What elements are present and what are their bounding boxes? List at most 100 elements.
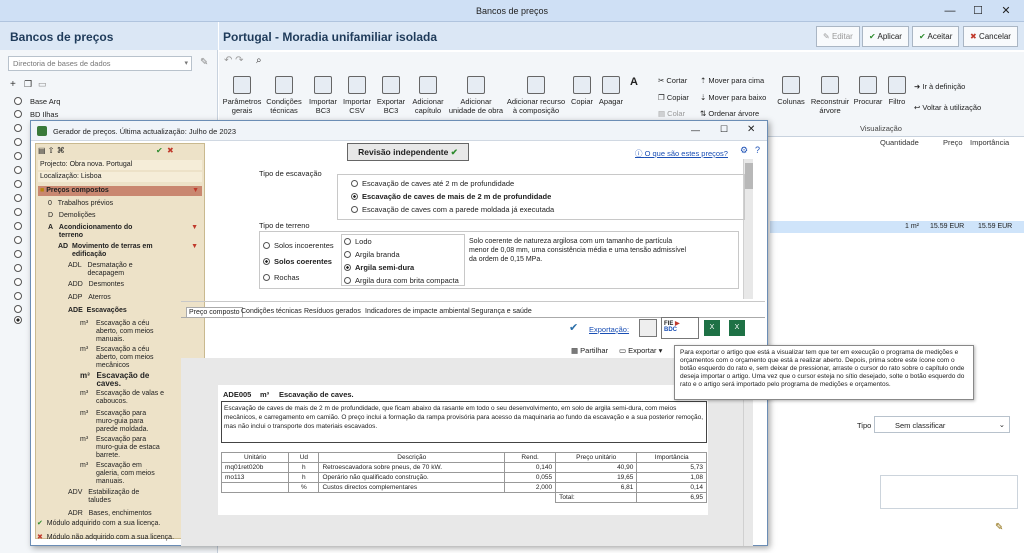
search-small-icon[interactable]: ⌕: [256, 55, 262, 66]
copy-button[interactable]: ❐ Copiar: [658, 93, 689, 102]
notes-area[interactable]: [880, 475, 1018, 509]
tree-card-icon[interactable]: ▤: [38, 146, 46, 155]
cross-icon[interactable]: ✖: [167, 147, 174, 155]
radio-sub-4[interactable]: Argila dura com brita compacta: [344, 276, 459, 285]
accept-button[interactable]: ✔ Aceitar: [912, 26, 960, 47]
col-header: Ud: [288, 452, 320, 463]
radio-sub-3[interactable]: Argila semi-dura: [344, 263, 414, 272]
maximize-icon[interactable]: ☐: [720, 124, 728, 135]
apply-button[interactable]: ✔ Aplicar: [862, 26, 909, 47]
goto-definition-button[interactable]: ➜ Ir à definição: [914, 82, 965, 91]
move-down-button[interactable]: ⇣ Mover para baixo: [700, 93, 766, 102]
radio-sub-1[interactable]: Lodo: [344, 237, 372, 246]
add-chapter-button[interactable]: Adicionar capítulo: [408, 76, 448, 115]
help-icon: ⓘ: [635, 149, 645, 158]
col-header: Importância: [636, 452, 707, 463]
tab-impacte-ambiental[interactable]: Indicadores de impacte ambiental: [365, 308, 470, 315]
edit-button[interactable]: ✎ Editar: [816, 26, 860, 47]
copy-db-icon[interactable]: ❐: [24, 79, 32, 90]
scrollbar-thumb[interactable]: [745, 163, 753, 189]
cancel-button[interactable]: ✖ Cancelar: [963, 26, 1018, 47]
paste-button[interactable]: ▤ Colar: [658, 109, 685, 118]
tree-item[interactable]: AD Movimento de terras em edificação ▼: [58, 243, 198, 259]
what-are-prices-link[interactable]: ⓘ O que são estes preços?: [635, 148, 728, 159]
radio-escavacao-1[interactable]: Escavação de caves até 2 m de profundida…: [351, 179, 514, 188]
general-parameters-button[interactable]: Parâmetros gerais: [220, 76, 264, 115]
tree-item[interactable]: ADR Bases, enchimentos: [68, 510, 198, 518]
minimize-icon[interactable]: —: [691, 125, 700, 135]
tab-residuos[interactable]: Resíduos gerados: [304, 308, 361, 315]
radio-terreno-3[interactable]: Rochas: [263, 273, 299, 282]
tree-item-compostos[interactable]: ■ Preços compostos ▼: [38, 186, 202, 196]
close-icon[interactable]: ✕: [996, 3, 1016, 19]
font-icon[interactable]: A: [630, 76, 638, 88]
tree-item[interactable]: ADV Estabilização de taludes: [68, 489, 198, 505]
export-fiebdc-icon[interactable]: FIE ▶ BDC: [661, 317, 699, 339]
radio-escavacao-2[interactable]: Escavação de caves de mais de 2 m de pro…: [351, 192, 551, 201]
tab-seguranca[interactable]: Segurança e saúde: [471, 308, 532, 315]
tab-condicoes-tecnicas[interactable]: Condições técnicas: [241, 308, 302, 315]
edit-button-label: Editar: [831, 32, 853, 41]
col-importance[interactable]: Importância: [970, 138, 1009, 147]
add-resource-button[interactable]: Adicionar recurso à composição: [504, 76, 568, 115]
copy-large-button[interactable]: Copiar: [568, 76, 596, 106]
edit-pencil-icon[interactable]: ✎: [995, 522, 1003, 533]
tree-item[interactable]: ADD Desmontes: [68, 281, 124, 289]
radio-terreno-2[interactable]: Solos coerentes: [263, 257, 332, 266]
radio-label: Escavação de caves até 2 m de profundida…: [362, 179, 515, 188]
filter-button[interactable]: Filtro: [884, 76, 910, 106]
export-menu-button[interactable]: ▭ Exportar ▾: [619, 346, 662, 355]
radio-escavacao-3[interactable]: Escavação de caves com a parede moldada …: [351, 205, 554, 214]
tree-item[interactable]: m³ Escavação a céu aberto, com meios man…: [80, 320, 198, 344]
dialog-title: Gerador de preços. Última actualização: …: [53, 127, 237, 136]
maximize-icon[interactable]: ☐: [968, 3, 988, 19]
settings-icon[interactable]: ⚙: [740, 145, 748, 156]
tipo-select[interactable]: Sem classificar ⌄: [874, 416, 1010, 433]
group-visualizacao-label: Visualização: [860, 124, 902, 133]
tree-item[interactable]: ADP Aterros: [68, 294, 111, 302]
col-quantity[interactable]: Quantidade: [880, 138, 919, 147]
delete-button[interactable]: Apagar: [596, 76, 626, 106]
export-excel-2-icon[interactable]: X: [729, 320, 745, 336]
technical-conditions-button[interactable]: Condições técnicas: [262, 76, 306, 115]
back-to-use-button[interactable]: ↩ Voltar à utilização: [914, 103, 981, 112]
tree-item[interactable]: ADE Escavações▼: [68, 307, 198, 315]
independent-review-button[interactable]: Revisão independente ✔: [347, 143, 469, 161]
minimize-icon[interactable]: —: [940, 3, 960, 19]
database-directory-select[interactable]: Directoria de bases de dados ▾: [8, 56, 192, 71]
search-button[interactable]: Procurar: [852, 76, 884, 106]
db-row-base-arq[interactable]: Base Arq: [14, 97, 214, 109]
binoculars-icon[interactable]: ⌘: [57, 146, 65, 155]
tree-up-icon[interactable]: ⇧: [48, 146, 55, 155]
share-button[interactable]: ▦ Partilhar: [571, 346, 608, 355]
tree-item[interactable]: 0 Trabalhos prévios: [48, 200, 113, 208]
apply-button-label: Aplicar: [877, 32, 902, 41]
add-work-unit-button[interactable]: Adicionar unidade de obra: [448, 76, 504, 115]
move-up-button[interactable]: ⇡ Mover para cima: [700, 76, 764, 85]
close-icon[interactable]: ✕: [747, 124, 755, 135]
export-bc3-button[interactable]: Exportar BC3: [374, 76, 408, 115]
col-price[interactable]: Preço: [943, 138, 963, 147]
delete-db-icon[interactable]: ▭: [38, 79, 47, 90]
import-bc3-button[interactable]: Importar BC3: [306, 76, 340, 115]
cancel-button-label: Cancelar: [978, 32, 1011, 41]
import-csv-button[interactable]: Importar CSV: [340, 76, 374, 115]
tree-item[interactable]: ADL Desmatação e decapagem: [68, 262, 198, 278]
radio-terreno-1[interactable]: Solos incoerentes: [263, 241, 334, 250]
tree-item[interactable]: D Demolições: [48, 212, 95, 220]
sort-tree-button[interactable]: ⇅ Ordenar árvore: [700, 109, 759, 118]
undo-icon[interactable]: ↶ ↷: [224, 55, 244, 66]
radio-sub-2[interactable]: Argila branda: [344, 250, 400, 259]
cut-button[interactable]: ✂ Cortar: [658, 76, 687, 85]
add-icon[interactable]: +: [10, 79, 16, 90]
export-excel-icon[interactable]: X: [704, 320, 720, 336]
export-presto-icon[interactable]: [639, 319, 657, 337]
app-logo-icon: [37, 126, 47, 136]
columns-button[interactable]: Colunas: [774, 76, 808, 106]
tree-item[interactable]: A Acondicionamento do terreno ▼: [48, 224, 198, 240]
help-icon[interactable]: ?: [755, 145, 760, 155]
pencil-icon[interactable]: ✎: [200, 57, 208, 68]
check-icon[interactable]: ✔: [156, 147, 163, 155]
tab-preco-composto[interactable]: Preço composto: [186, 307, 243, 317]
rebuild-tree-button[interactable]: Reconstruir árvore: [808, 76, 852, 115]
